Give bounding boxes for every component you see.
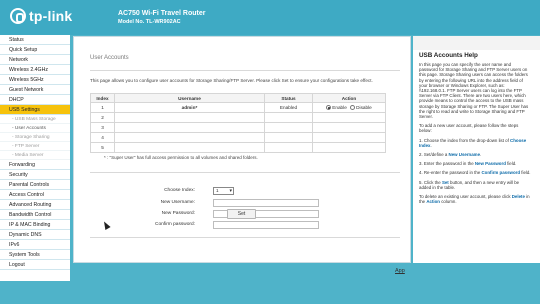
sidebar-item-access-control[interactable]: Access Control bbox=[0, 190, 70, 200]
sidebar-item-dynamic-dns[interactable]: Dynamic DNS bbox=[0, 230, 70, 240]
help-step-2: 2. Set/define a New Username. bbox=[419, 152, 482, 158]
row-index: 1 bbox=[90, 102, 115, 113]
help-body: In this page you can specify the user na… bbox=[419, 62, 531, 208]
sidebar-item-system-tools[interactable]: System Tools bbox=[0, 250, 70, 260]
help-step-1: 1. Choose the index from the drop-down l… bbox=[419, 137, 527, 148]
sidebar-item-security[interactable]: Security bbox=[0, 170, 70, 180]
sidebar-item-parental-controls[interactable]: Parental Controls bbox=[0, 180, 70, 190]
sidebar-item-ipv6[interactable]: IPv6 bbox=[0, 240, 70, 250]
new-username-row: New Username: bbox=[90, 199, 400, 208]
super-user-footnote: * : "Super User" has full access permiss… bbox=[104, 155, 258, 160]
row-index: 2 bbox=[90, 112, 115, 123]
user-accounts-table: Index Username Status Action 1 admin* En… bbox=[90, 93, 386, 153]
sidebar-subitem-usb-mass-storage[interactable]: - USB Mass Storage bbox=[0, 115, 70, 124]
enable-radio[interactable] bbox=[326, 105, 332, 111]
row-action bbox=[312, 122, 386, 133]
sidebar-subitem-storage-sharing[interactable]: - Storage Sharing bbox=[0, 133, 70, 142]
new-username-input[interactable] bbox=[213, 199, 319, 207]
sidebar-item-network[interactable]: Network bbox=[0, 55, 70, 65]
choose-index-label: Choose Index: bbox=[164, 188, 195, 193]
enable-label: Enable bbox=[332, 104, 347, 110]
row-status bbox=[264, 142, 313, 153]
table-row: 2 bbox=[90, 112, 386, 123]
disable-label: Disable bbox=[356, 104, 372, 110]
row-username bbox=[114, 112, 265, 123]
row-status: Enabled bbox=[264, 102, 313, 113]
header: tp-link AC750 Wi-Fi Travel Router Model … bbox=[0, 0, 540, 35]
row-status bbox=[264, 122, 313, 133]
page-title: User Accounts bbox=[90, 55, 129, 61]
row-username bbox=[114, 122, 265, 133]
help-step-4: 4. Re-enter the password in the Confirm … bbox=[419, 170, 531, 176]
page-description: This page allows you to configure user a… bbox=[90, 78, 373, 83]
row-index: 3 bbox=[90, 122, 115, 133]
model-info: AC750 Wi-Fi Travel Router Model No. TL-W… bbox=[118, 10, 205, 25]
sidebar-subitem-ftp-server[interactable]: - FTP Server bbox=[0, 142, 70, 151]
row-status bbox=[264, 112, 313, 123]
table-row: 1 admin* Enabled Enable Disable bbox=[90, 102, 386, 113]
product-name: AC750 Wi-Fi Travel Router bbox=[118, 10, 206, 17]
column-header-username: Username bbox=[114, 93, 265, 103]
table-row: 5 bbox=[90, 142, 386, 153]
main-content: User Accounts This page allows you to co… bbox=[73, 36, 411, 263]
app-link[interactable]: App bbox=[395, 268, 405, 274]
column-header-index: Index bbox=[90, 93, 115, 103]
sidebar-subitem-user-accounts[interactable]: - User Accounts bbox=[0, 124, 70, 133]
sidebar-item-forwarding[interactable]: Forwarding bbox=[0, 160, 70, 170]
table-row: 3 bbox=[90, 122, 386, 133]
row-index: 5 bbox=[90, 142, 115, 153]
column-header-action: Action bbox=[312, 93, 386, 103]
row-username bbox=[114, 142, 265, 153]
choose-index-select[interactable]: 1 bbox=[213, 187, 234, 195]
sidebar-item-wireless-5ghz[interactable]: Wireless 5GHz bbox=[0, 75, 70, 85]
row-action bbox=[312, 142, 386, 153]
sidebar-item-dhcp[interactable]: DHCP bbox=[0, 95, 70, 105]
column-header-status: Status bbox=[264, 93, 313, 103]
sidebar-item-quick-setup[interactable]: Quick Setup bbox=[0, 45, 70, 55]
sidebar-subitem-media-server[interactable]: - Media Server bbox=[0, 151, 70, 160]
sidebar-item-logout[interactable]: Logout bbox=[0, 260, 70, 270]
row-index: 4 bbox=[90, 132, 115, 143]
new-password-label: New Password: bbox=[161, 211, 195, 216]
help-step-3: 3. Enter the password in the New Passwor… bbox=[419, 161, 517, 167]
tp-link-logo[interactable]: tp-link bbox=[10, 8, 72, 24]
row-action bbox=[312, 112, 386, 123]
help-delete-note: To delete an existing user account, plea… bbox=[419, 194, 530, 205]
sidebar-nav: Status Quick Setup Network Wireless 2.4G… bbox=[0, 35, 70, 281]
sidebar-item-usb-settings[interactable]: USB Settings bbox=[0, 105, 70, 115]
row-status bbox=[264, 132, 313, 143]
help-panel-header bbox=[413, 36, 540, 50]
divider bbox=[90, 70, 400, 71]
set-button[interactable]: Set bbox=[227, 209, 256, 219]
sidebar-item-advanced-routing[interactable]: Advanced Routing bbox=[0, 200, 70, 210]
disable-radio[interactable] bbox=[350, 105, 356, 111]
row-username: admin* bbox=[114, 102, 265, 113]
row-action bbox=[312, 132, 386, 143]
divider bbox=[90, 237, 400, 238]
table-header-row: Index Username Status Action bbox=[90, 93, 386, 103]
choose-index-row: Choose Index: 1 bbox=[90, 187, 400, 196]
help-title: USB Accounts Help bbox=[419, 52, 478, 59]
tp-link-logo-icon bbox=[10, 8, 26, 24]
help-step-5: 5. Click the Set button, and then a new … bbox=[419, 179, 520, 190]
table-row: 4 bbox=[90, 132, 386, 143]
brand-name: tp-link bbox=[29, 8, 73, 24]
confirm-password-label: Confirm password: bbox=[155, 222, 195, 227]
help-steps-intro: To add a new user account, please follow… bbox=[419, 123, 519, 134]
model-number: Model No. TL-WR902AC bbox=[118, 19, 181, 25]
sidebar-item-status[interactable]: Status bbox=[0, 35, 70, 45]
sidebar-item-wireless-24ghz[interactable]: Wireless 2.4GHz bbox=[0, 65, 70, 75]
sidebar-item-ip-mac-binding[interactable]: IP & MAC Binding bbox=[0, 220, 70, 230]
confirm-password-row: Confirm password: bbox=[90, 221, 400, 230]
sidebar-item-bandwidth-control[interactable]: Bandwidth Control bbox=[0, 210, 70, 220]
confirm-password-input[interactable] bbox=[213, 221, 319, 229]
row-action: Enable Disable bbox=[312, 102, 386, 113]
divider bbox=[90, 172, 400, 173]
new-username-label: New Username: bbox=[160, 200, 195, 205]
row-username bbox=[114, 132, 265, 143]
help-intro: In this page you can specify the user na… bbox=[419, 62, 529, 120]
sidebar-item-guest-network[interactable]: Guest Network bbox=[0, 85, 70, 95]
